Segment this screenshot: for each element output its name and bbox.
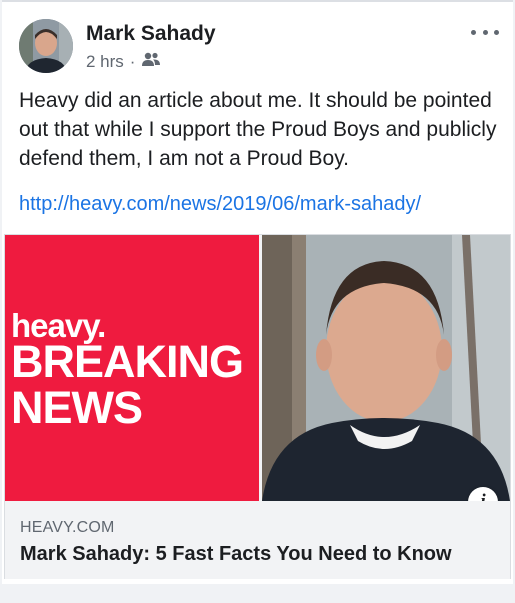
post-link[interactable]: http://heavy.com/news/2019/06/mark-sahad… [19, 193, 421, 216]
avatar[interactable] [19, 19, 73, 73]
more-dot [471, 29, 476, 35]
post-meta: 2 hrs · [86, 51, 161, 72]
post-header: Mark Sahady 2 hrs · [2, 2, 513, 82]
preview-caption: HEAVY.COM Mark Sahady: 5 Fast Facts You … [5, 501, 510, 579]
preview-image-photo [262, 235, 510, 501]
friends-icon[interactable] [141, 51, 161, 72]
author-name[interactable]: Mark Sahady [86, 22, 216, 46]
more-dot [494, 29, 499, 35]
preview-domain: HEAVY.COM [20, 519, 115, 536]
more-dot [482, 29, 488, 35]
preview-image-brand: heavy. BREAKING NEWS [5, 235, 259, 501]
image-headline-line-1: BREAKING [11, 336, 244, 387]
preview-title[interactable]: Mark Sahady: 5 Fast Facts You Need to Kn… [20, 543, 452, 566]
meta-separator: · [129, 51, 136, 71]
post-timestamp[interactable]: 2 hrs [86, 52, 124, 72]
link-preview[interactable]: heavy. BREAKING NEWS i HEAV [4, 234, 511, 579]
post-card: Mark Sahady 2 hrs · Heavy did an article… [2, 0, 513, 584]
image-headline-line-2: NEWS [11, 382, 143, 433]
more-options-icon[interactable] [471, 22, 499, 42]
post-body-text: Heavy did an article about me. It should… [19, 89, 497, 170]
image-headline: BREAKING NEWS [11, 336, 244, 433]
